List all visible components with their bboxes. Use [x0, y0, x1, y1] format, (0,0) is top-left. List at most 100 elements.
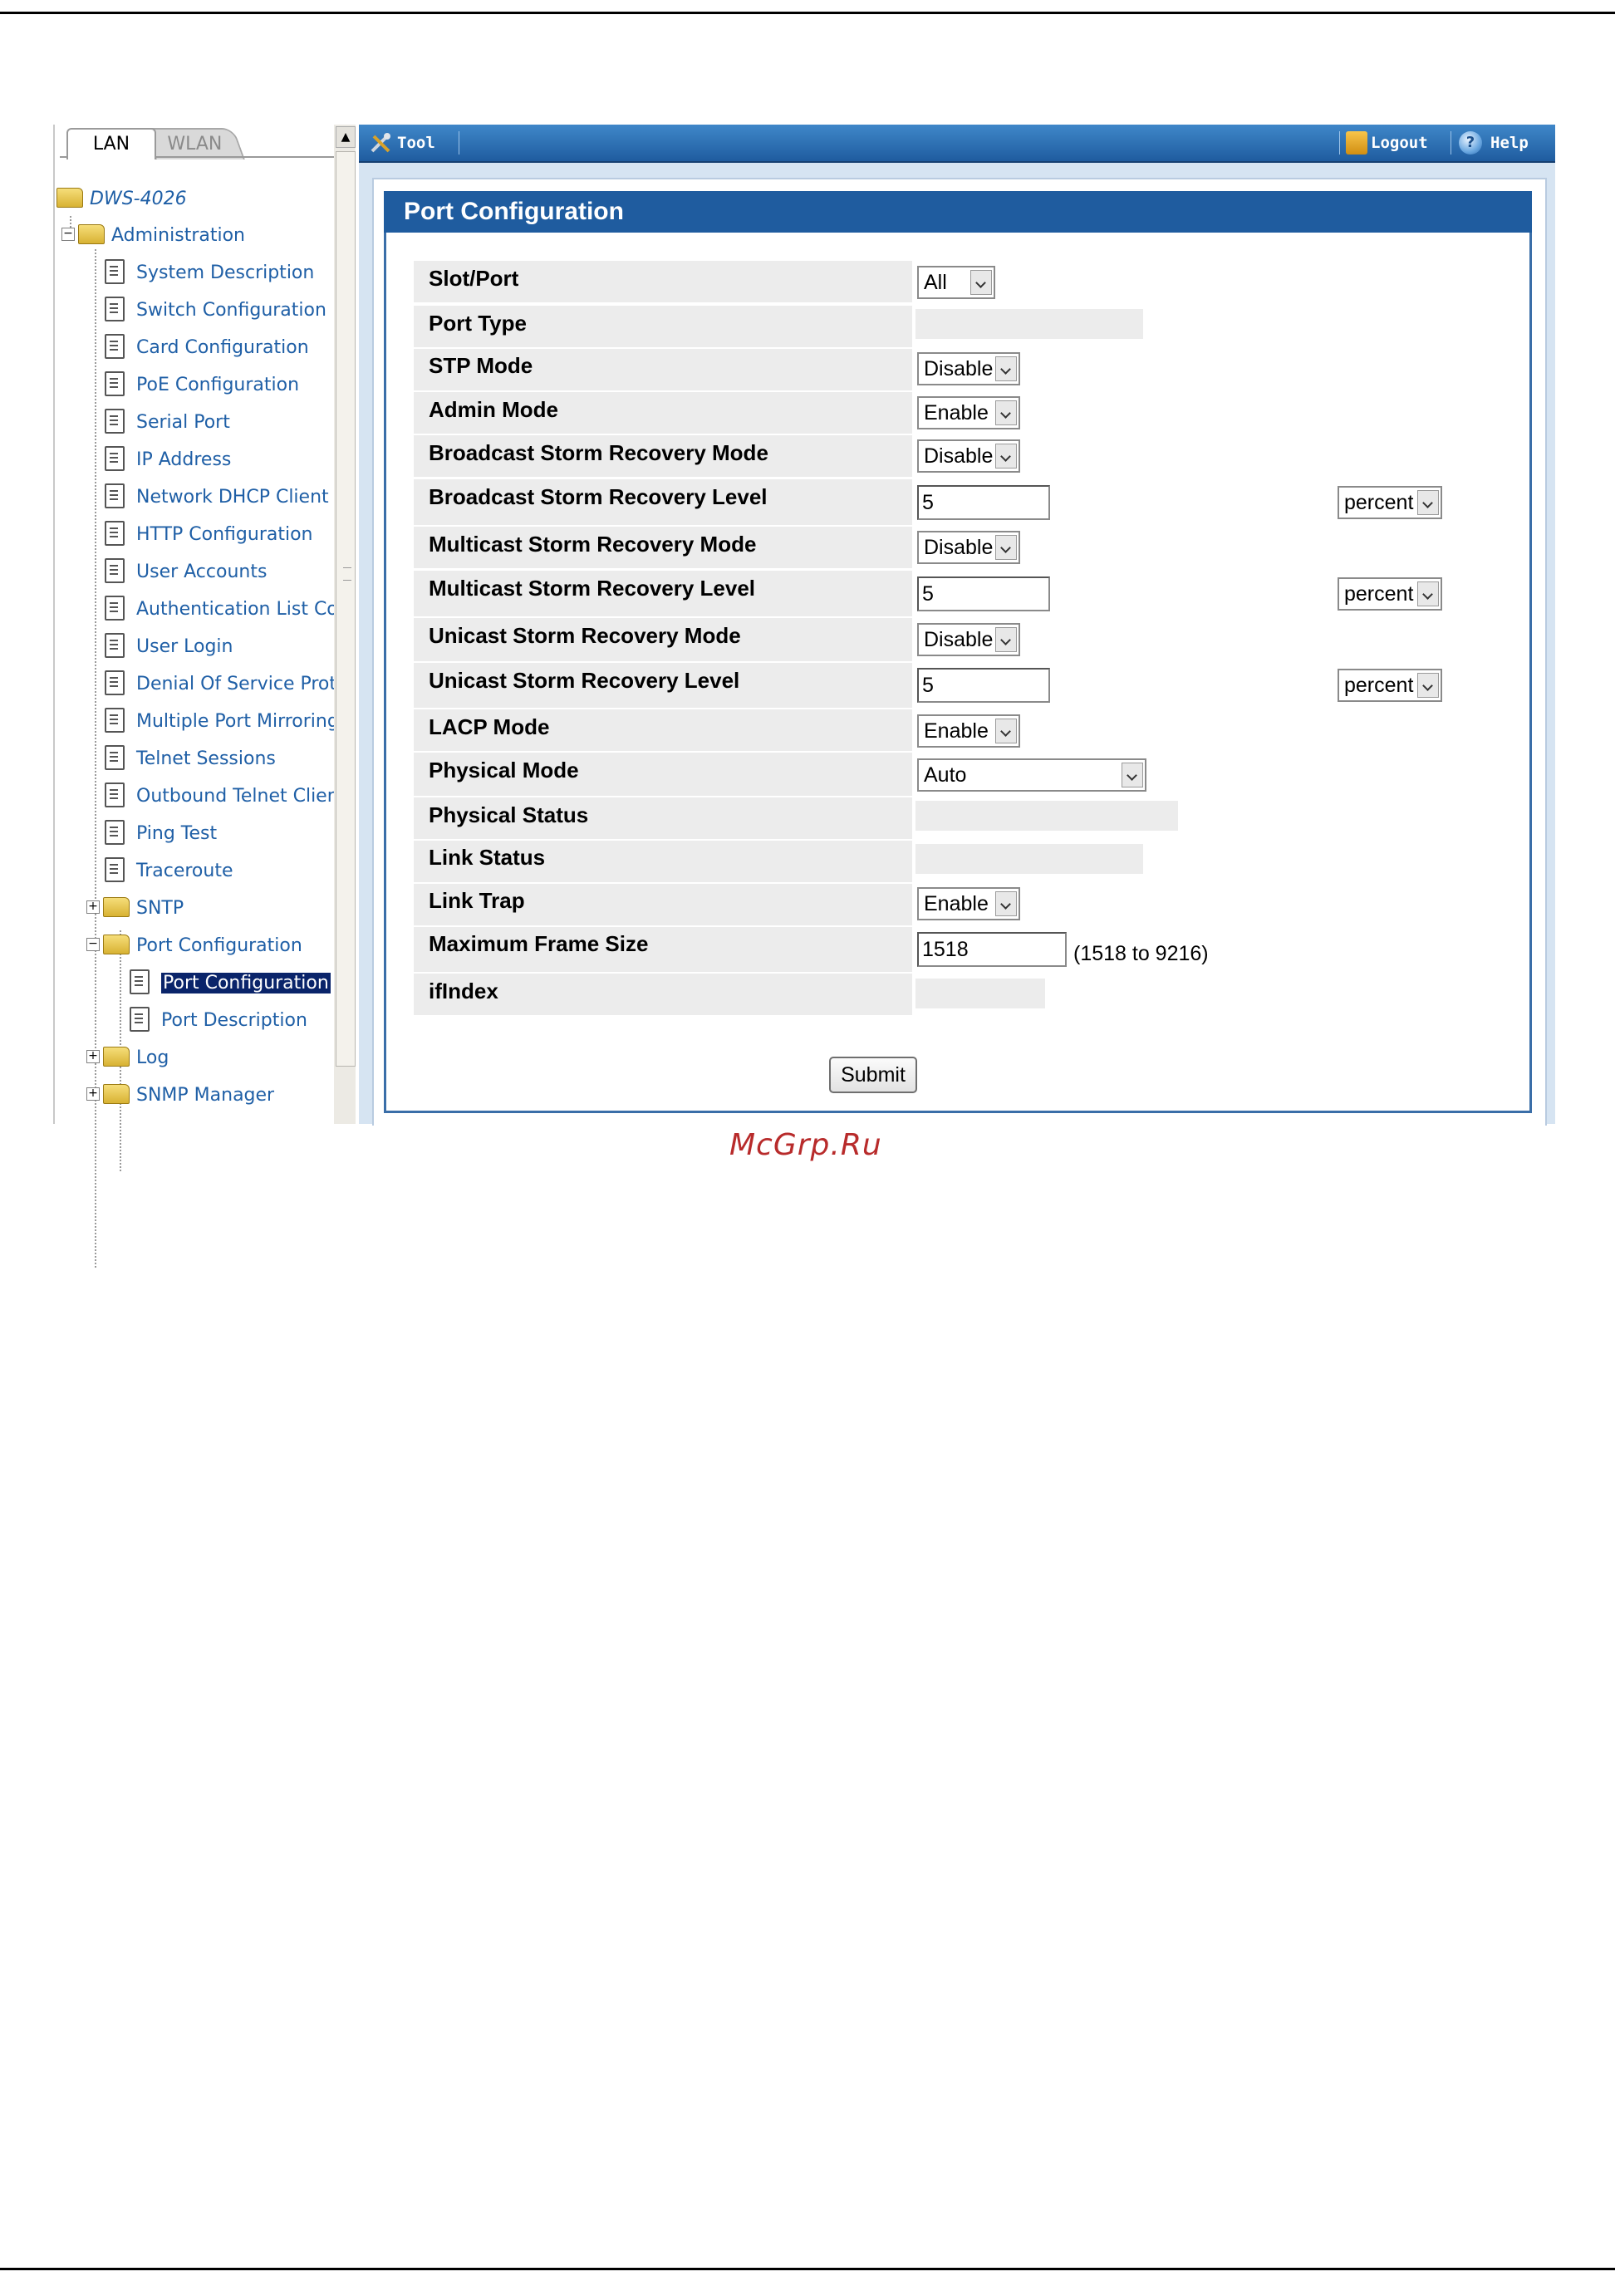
tree-item-label: Outbound Telnet Clien	[136, 786, 339, 807]
tree-item-label: Port Configuration	[161, 973, 331, 993]
scroll-up-icon[interactable]: ▲	[336, 126, 356, 148]
chevron-down-icon	[995, 627, 1017, 652]
slot-port-select[interactable]: All	[917, 266, 995, 299]
tree-item-user-accounts[interactable]: User Accounts	[105, 556, 267, 589]
tree-item-label: Network DHCP Client (	[136, 487, 342, 508]
logout-icon[interactable]	[1346, 131, 1367, 155]
maximum-frame-size-hint: (1518 to 9216)	[1073, 942, 1209, 965]
tab-wlan-label: WLAN	[167, 134, 223, 155]
nav-tabs: WLAN LAN	[60, 125, 334, 159]
tree-item-http-configuration[interactable]: HTTP Configuration	[105, 518, 313, 552]
expand-icon[interactable]: +	[86, 1050, 100, 1063]
label-slot-port: Slot/Port	[414, 261, 912, 302]
page-icon	[105, 783, 125, 807]
expand-icon[interactable]: +	[86, 1087, 100, 1101]
chevron-down-icon	[995, 535, 1017, 560]
bsr-level-unit-select[interactable]: percent	[1338, 486, 1442, 519]
multicast-storm-recovery-mode-select[interactable]: Disable	[917, 531, 1020, 564]
usr-level-unit-select[interactable]: percent	[1338, 669, 1442, 702]
submit-button[interactable]: Submit	[829, 1057, 917, 1093]
broadcast-storm-recovery-level-input[interactable]: 5	[917, 485, 1050, 520]
tree-folder-port-configuration[interactable]: − Port Configuration	[86, 930, 302, 963]
tree-item-ping-test[interactable]: Ping Test	[105, 817, 217, 851]
label-link-trap: Link Trap	[414, 884, 912, 925]
label-admin-mode: Admin Mode	[414, 392, 912, 434]
tree-folder-snmp-manager[interactable]: + SNMP Manager	[86, 1079, 274, 1112]
page-icon	[105, 857, 125, 882]
collapse-icon[interactable]: −	[86, 938, 100, 951]
expand-icon[interactable]: +	[86, 900, 100, 914]
collapse-icon[interactable]: −	[61, 228, 75, 241]
stp-mode-select[interactable]: Disable	[917, 352, 1020, 385]
tree-item-network-dhcp-client[interactable]: Network DHCP Client (	[105, 481, 341, 514]
tree-item-label: Denial Of Service Prot	[136, 674, 337, 694]
label-physical-mode: Physical Mode	[414, 753, 912, 796]
tree-item-label: Telnet Sessions	[136, 748, 276, 769]
chevron-down-icon	[995, 444, 1017, 469]
tree-item-traceroute[interactable]: Traceroute	[105, 855, 233, 888]
tree-item-outbound-telnet-client[interactable]: Outbound Telnet Clien	[105, 780, 339, 813]
tree-folder-sntp[interactable]: + SNTP	[86, 892, 184, 925]
tree-item-port-description[interactable]: Port Description	[130, 1004, 307, 1038]
tree-item-port-configuration-selected[interactable]: Port Configuration	[130, 967, 331, 1000]
link-trap-select[interactable]: Enable	[917, 887, 1020, 920]
tree-item-user-login[interactable]: User Login	[105, 630, 233, 664]
page-icon	[105, 820, 125, 845]
lacp-mode-select[interactable]: Enable	[917, 714, 1020, 748]
tree-item-poe-configuration[interactable]: PoE Configuration	[105, 369, 299, 402]
tree-item-label: Multiple Port Mirroring	[136, 711, 339, 732]
tree-item-telnet-sessions[interactable]: Telnet Sessions	[105, 743, 276, 776]
tree-root-label: DWS-4026	[90, 189, 187, 209]
page-icon	[105, 745, 125, 770]
tree-folder-administration[interactable]: − Administration	[61, 219, 245, 253]
tab-wlan[interactable]: WLAN	[144, 128, 245, 159]
link-trap-value: Enable	[924, 892, 989, 915]
lacp-mode-value: Enable	[924, 719, 989, 743]
msr-level-unit-select[interactable]: percent	[1338, 577, 1442, 611]
tree-folder-log[interactable]: + Log	[86, 1042, 169, 1075]
toolbar-separator	[1339, 131, 1340, 155]
tree-item-multiple-port-mirroring[interactable]: Multiple Port Mirroring	[105, 705, 339, 738]
label-multicast-storm-recovery-level: Multicast Storm Recovery Level	[414, 571, 912, 616]
label-maximum-frame-size: Maximum Frame Size	[414, 927, 912, 972]
unicast-storm-recovery-mode-select[interactable]: Disable	[917, 623, 1020, 656]
page-icon	[105, 670, 125, 695]
chevron-down-icon	[970, 270, 992, 295]
tree-item-label: PoE Configuration	[136, 375, 300, 395]
label-physical-status: Physical Status	[414, 797, 912, 839]
page-icon	[105, 708, 125, 733]
label-ifindex: ifIndex	[414, 974, 912, 1015]
tree-item-switch-configuration[interactable]: Switch Configuration	[105, 294, 326, 327]
broadcast-storm-recovery-mode-select[interactable]: Disable	[917, 439, 1020, 473]
bsr-mode-value: Disable	[924, 444, 994, 468]
physical-mode-select[interactable]: Auto	[917, 758, 1146, 792]
tab-lan[interactable]: LAN	[66, 128, 156, 159]
unicast-storm-recovery-level-input[interactable]: 5	[917, 668, 1050, 703]
page-title: Port Configuration	[404, 198, 624, 225]
top-rule	[0, 12, 1615, 14]
tree-item-authentication-list[interactable]: Authentication List Cor	[105, 593, 346, 626]
tree-item-serial-port[interactable]: Serial Port	[105, 406, 230, 439]
tree-folder-label: Log	[136, 1047, 169, 1068]
tree-root[interactable]: DWS-4026	[56, 183, 187, 216]
tree-item-system-description[interactable]: System Description	[105, 257, 314, 290]
admin-mode-select[interactable]: Enable	[917, 396, 1020, 429]
page-icon	[105, 446, 125, 471]
help-icon[interactable]: ?	[1459, 131, 1482, 155]
logout-button[interactable]: Logout	[1371, 125, 1428, 161]
nav-border-left	[53, 125, 55, 1124]
help-button[interactable]: Help	[1490, 125, 1529, 161]
tree-item-label: Port Description	[161, 1010, 307, 1031]
tool-menu-button[interactable]: Tool	[397, 125, 435, 161]
tree-folder-label: Administration	[111, 225, 245, 246]
tree-item-ip-address[interactable]: IP Address	[105, 444, 231, 477]
ifindex-readonly	[915, 979, 1045, 1008]
tree-item-card-configuration[interactable]: Card Configuration	[105, 331, 309, 365]
scrollbar-thumb[interactable]	[336, 151, 356, 1067]
maximum-frame-size-input[interactable]: 1518	[917, 932, 1067, 967]
bsr-level-unit-value: percent	[1344, 491, 1414, 514]
nav-scrollbar[interactable]: ▲	[334, 125, 356, 1124]
link-status-readonly	[915, 844, 1143, 874]
tree-item-denial-of-service[interactable]: Denial Of Service Prot	[105, 668, 336, 701]
multicast-storm-recovery-level-input[interactable]: 5	[917, 576, 1050, 611]
